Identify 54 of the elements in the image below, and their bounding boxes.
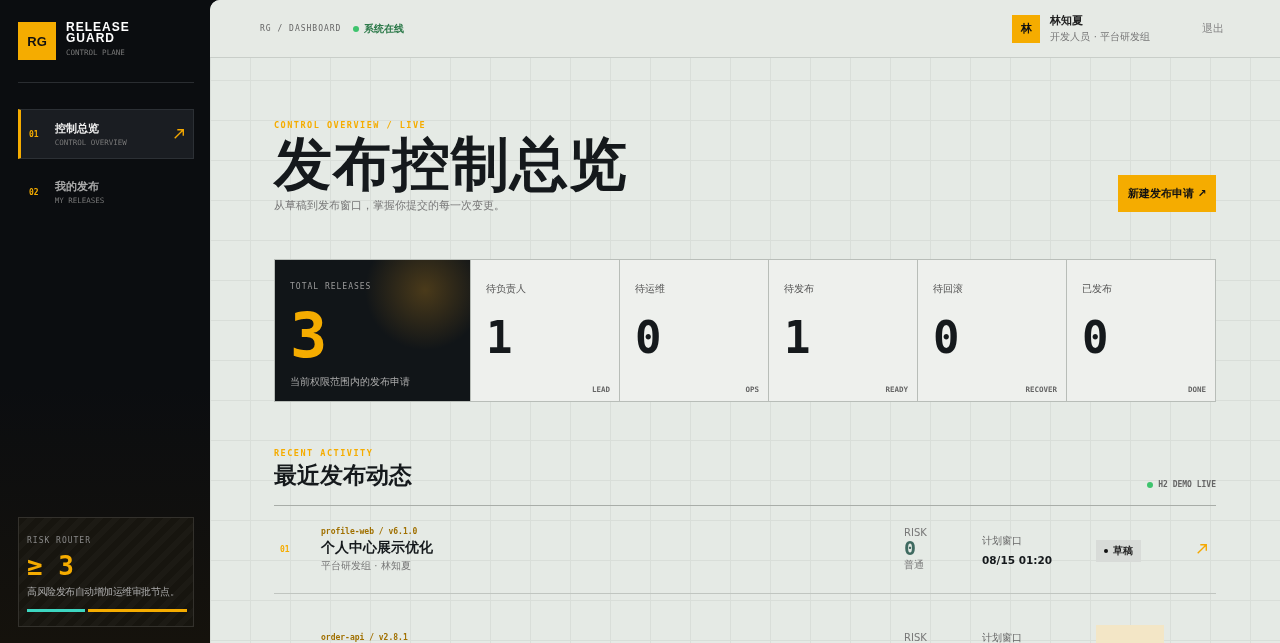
user-name: 林知夏 bbox=[1050, 13, 1085, 28]
stat-value: 1 bbox=[486, 312, 514, 365]
stat-label: 待回滚 bbox=[933, 282, 964, 296]
release-title: 个人中心展示优化 bbox=[321, 538, 434, 557]
release-meta: 平台研发组 · 林知夏 bbox=[321, 558, 412, 573]
status-dot bbox=[1147, 481, 1154, 488]
stat-label: 已发布 bbox=[1082, 282, 1113, 296]
system-status: 系统在线 bbox=[364, 21, 405, 36]
new-release-button[interactable]: 新建发布申请 ↗ bbox=[1118, 175, 1216, 212]
stat-value: 0 bbox=[933, 312, 961, 365]
status-text: 草稿 bbox=[1113, 543, 1133, 558]
risk-card-title: RISK ROUTER bbox=[27, 536, 92, 545]
stat-label: 待发布 bbox=[784, 282, 815, 296]
risk-threshold: ≥ 3 bbox=[27, 551, 75, 581]
breadcrumb: RG / DASHBOARD bbox=[260, 24, 342, 33]
risk-label: RISK bbox=[904, 527, 928, 538]
nav-number: 01 bbox=[29, 129, 39, 139]
user-role: 开发人员 · 平台研发组 bbox=[1050, 30, 1150, 44]
status-dot bbox=[353, 25, 360, 32]
stat-label: 待运维 bbox=[635, 282, 666, 296]
page-subtitle: 从草稿到发布窗口，掌握你提交的每一次变更。 bbox=[274, 198, 506, 213]
brand-name: GUARD bbox=[66, 33, 116, 44]
nav-number: 02 bbox=[29, 187, 39, 197]
risk-level: 普通 bbox=[904, 558, 925, 572]
status-dot bbox=[1104, 548, 1108, 553]
stat-value: 1 bbox=[784, 312, 812, 365]
risk-label: RISK bbox=[904, 632, 928, 643]
release-slug: profile-web / v6.1.0 bbox=[321, 526, 419, 536]
release-slug: order-api / v2.8.1 bbox=[321, 633, 409, 642]
eyebrow: CONTROL OVERVIEW / LIVE bbox=[274, 120, 428, 130]
stat-value: 3 bbox=[290, 305, 329, 367]
eyebrow: RECENT ACTIVITY bbox=[274, 448, 375, 458]
window-time: 08/15 01:20 bbox=[982, 553, 1054, 566]
stat-label: TOTAL RELEASES bbox=[290, 282, 373, 291]
stat-value: 0 bbox=[635, 312, 663, 365]
section-title: 最近发布动态 bbox=[274, 461, 412, 490]
brand-name: RELEASE bbox=[66, 22, 130, 33]
nav-label: 控制总览 bbox=[54, 121, 100, 136]
stat-label: 待负责人 bbox=[486, 282, 527, 296]
window-label: 计划窗口 bbox=[982, 533, 1023, 548]
window-label: 计划窗口 bbox=[982, 630, 1023, 643]
progress-segment bbox=[27, 609, 85, 612]
logo: RG bbox=[18, 22, 56, 60]
risk-score: 0 bbox=[904, 538, 917, 558]
stat-value: 0 bbox=[1082, 312, 1110, 365]
arrow-icon bbox=[173, 128, 185, 140]
risk-description: 高风险发布自动增加运维审批节点。 bbox=[27, 585, 180, 599]
live-label: H2 DEMO LIVE bbox=[1158, 480, 1216, 489]
arrow-icon bbox=[1196, 543, 1208, 555]
avatar: 林 bbox=[1012, 14, 1041, 43]
row-number: 01 bbox=[280, 545, 290, 554]
nav-label: 我的发布 bbox=[54, 179, 100, 194]
page-title: 发布控制总览 bbox=[274, 130, 628, 198]
stat-caption: 当前权限范围内的发布申请 bbox=[290, 375, 411, 389]
